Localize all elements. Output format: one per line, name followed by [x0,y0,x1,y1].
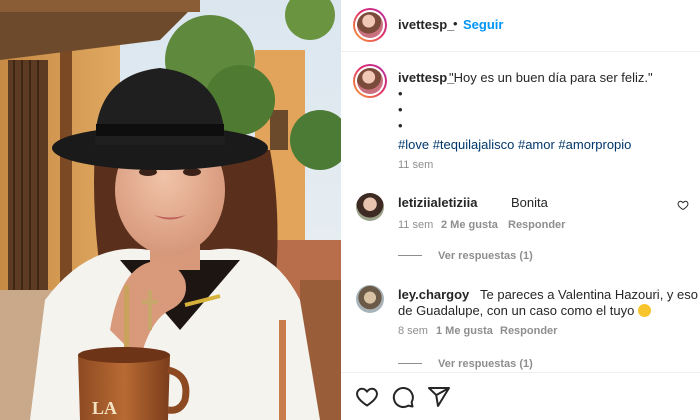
author-avatar[interactable] [353,8,387,42]
caption-avatar[interactable] [353,64,387,98]
post-photo[interactable]: LA [0,0,341,420]
commenter-avatar[interactable] [356,193,384,221]
replies-line [398,255,422,256]
mug-lettering: LA [92,398,117,418]
comment-likes[interactable]: 2 Me gusta [441,219,498,231]
post-side-panel: ivettesp_ • Seguir ivettesp_ "Hoy es un … [341,0,700,420]
author-username[interactable]: ivettesp_ [398,17,454,32]
comment-text-line-2: de Guadalupe, con un caso como el tuyo [398,303,651,318]
comment-reply-button[interactable]: Responder [500,325,557,337]
view-replies-button[interactable]: Ver respuestas (1) [438,250,533,262]
caption-text: "Hoy es un buen día para ser feliz." [449,70,653,85]
caption-bullet: • [398,118,403,133]
comment-username[interactable]: letiziialetiziia [398,195,477,210]
comment-username[interactable]: ley.chargoy [398,287,469,302]
comment-text-line-1: Te pareces a Valentina Hazouri, y eso po… [480,287,700,302]
comment-text: Bonita [511,195,548,210]
photo-illustration: LA [0,0,341,420]
follow-button[interactable]: Seguir [463,17,503,32]
caption-bullet: • [398,86,403,101]
comment-reply-button[interactable]: Responder [508,219,565,231]
commenter-avatar[interactable] [356,285,384,313]
caption-username[interactable]: ivettesp_ [398,70,454,85]
replies-line [398,363,422,364]
comment-icon[interactable] [391,385,415,409]
heart-icon[interactable] [355,385,379,409]
caption-timestamp[interactable]: 11 sem [398,159,433,171]
post-header: ivettesp_ • Seguir [341,0,700,52]
post-actions-bar [341,372,700,420]
caption-hashtags[interactable]: #love #tequilajalisco #amor #amorpropio [398,137,631,152]
comment-like-heart-icon[interactable] [677,199,689,211]
comment-timestamp[interactable]: 11 sem [398,219,433,231]
comment-likes[interactable]: 1 Me gusta [436,325,493,337]
view-replies-button[interactable]: Ver respuestas (1) [438,358,533,370]
caption-bullet: • [398,102,403,117]
comment-timestamp[interactable]: 8 sem [398,325,428,337]
share-icon[interactable] [427,385,451,409]
header-separator: • [453,16,458,31]
smiling-face-emoji-icon [637,304,651,317]
